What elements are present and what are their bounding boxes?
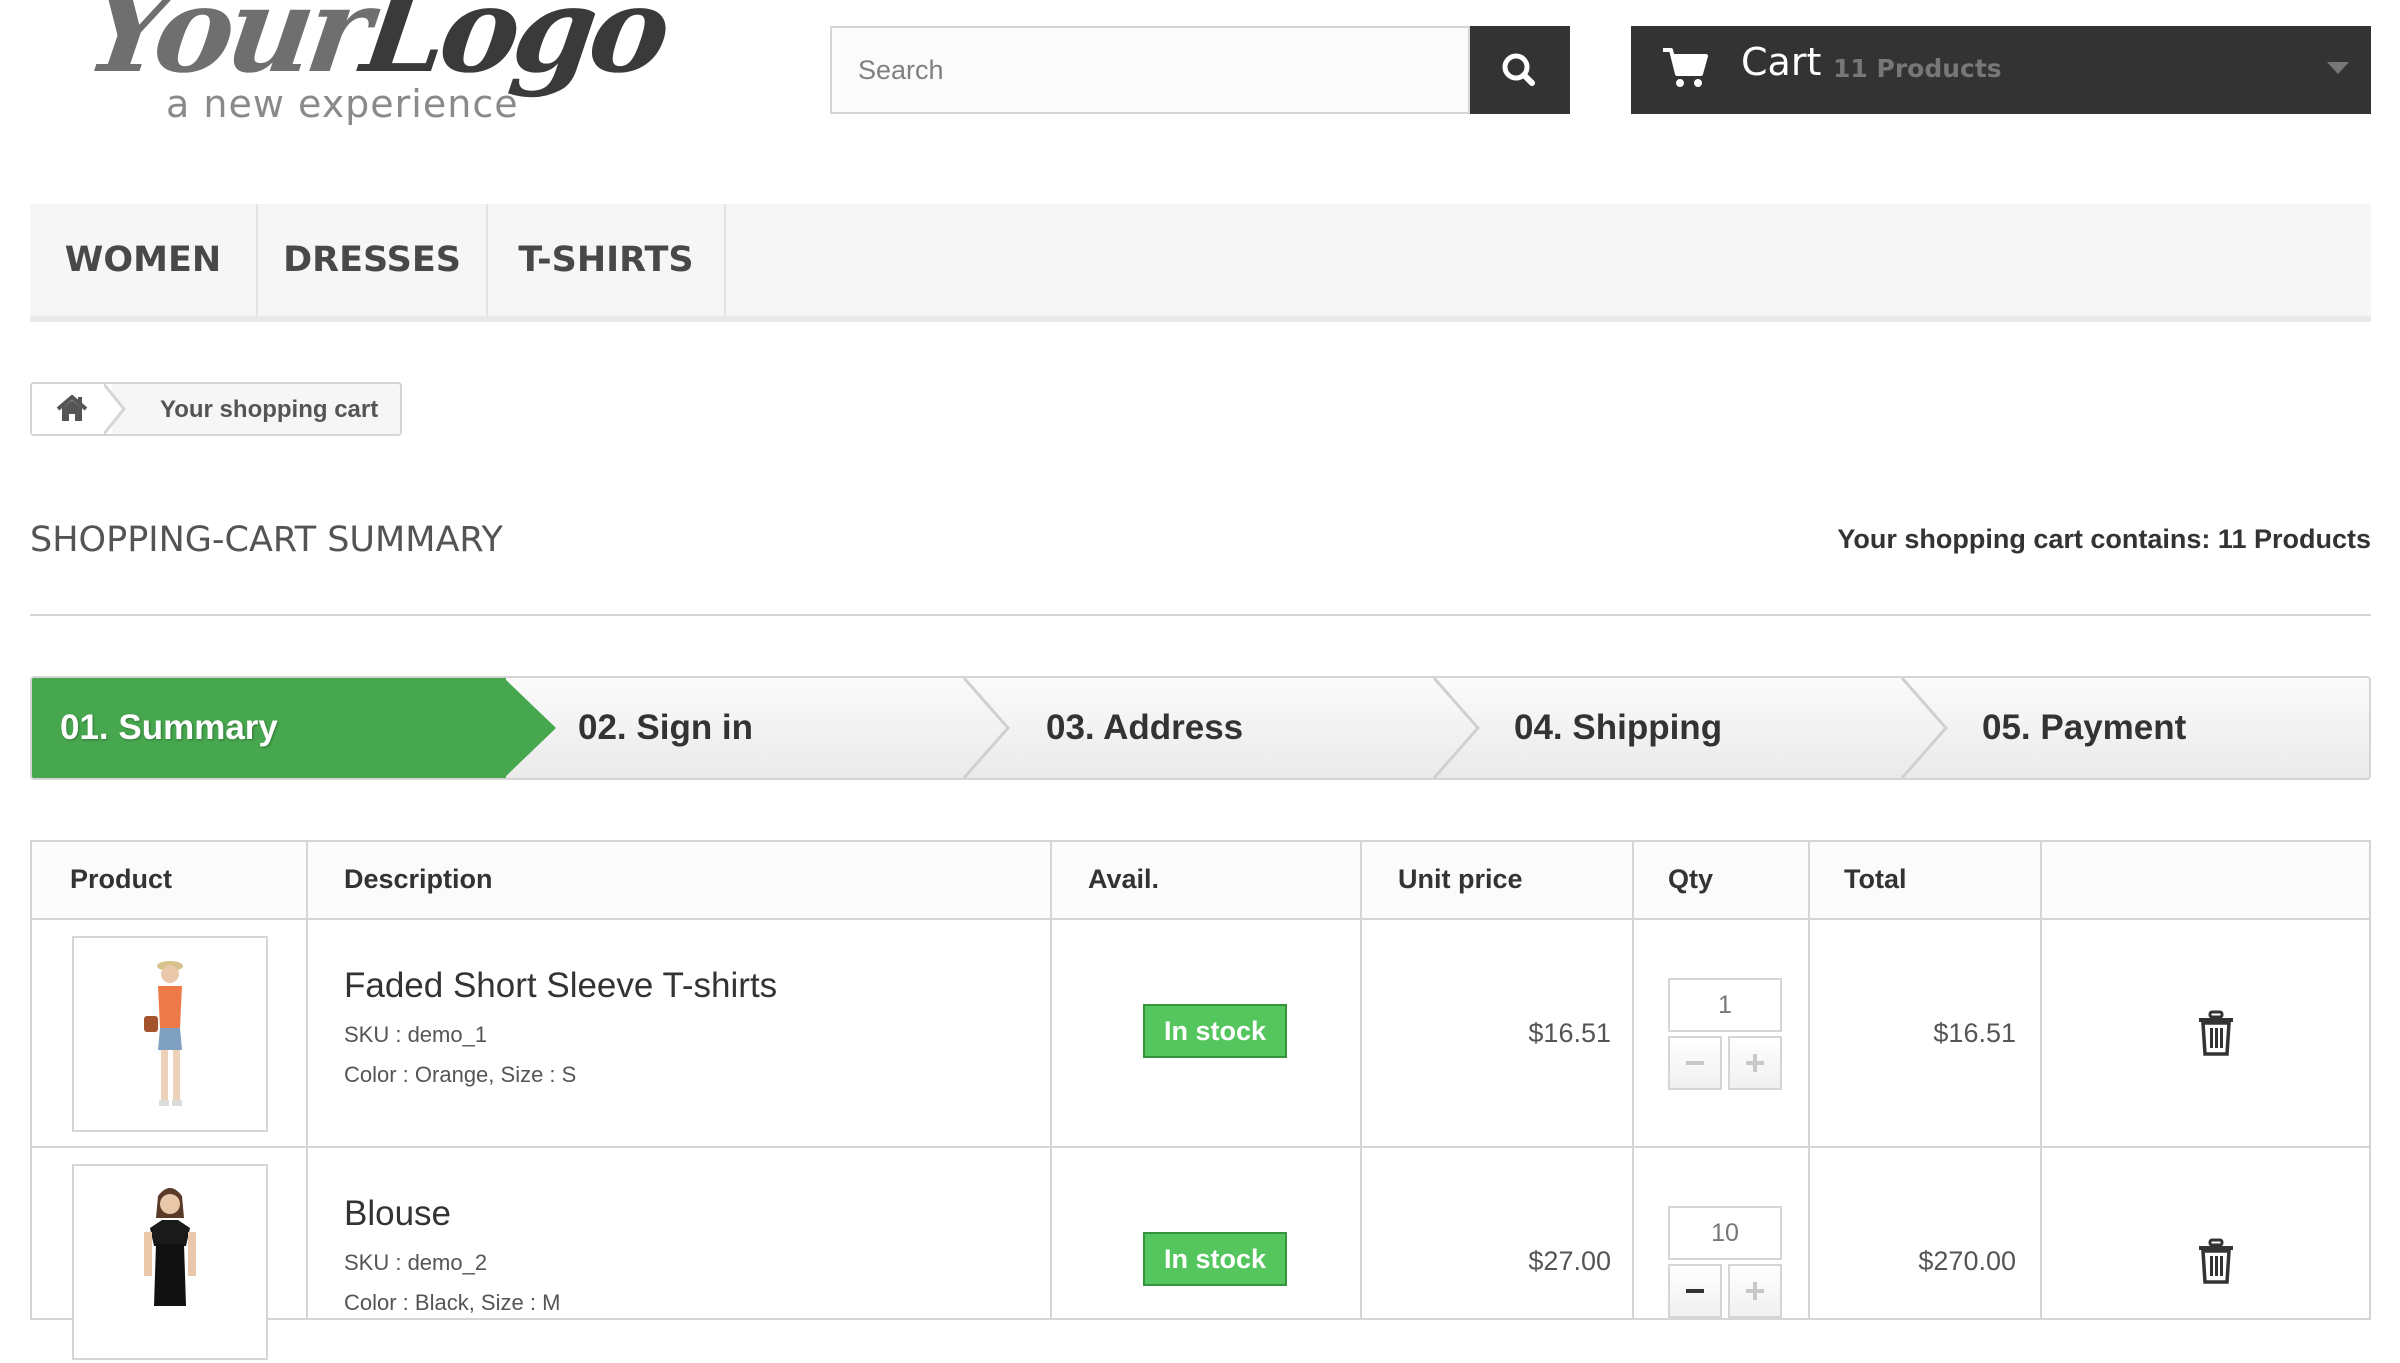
- column-divider: [1632, 842, 1634, 1318]
- minus-icon: [1686, 1061, 1704, 1065]
- header-total: Total: [1844, 864, 1907, 894]
- trash-icon[interactable]: [2196, 1010, 2236, 1056]
- product-attributes[interactable]: Color : Orange, Size : S: [344, 1062, 576, 1088]
- header-qty: Qty: [1668, 864, 1714, 894]
- status-badge: In stock: [1143, 1004, 1287, 1058]
- breadcrumb-separator-inner: [102, 384, 122, 434]
- step-payment[interactable]: 05. Payment: [1982, 678, 2186, 778]
- divider: [30, 614, 2371, 616]
- quantity-decrease-button[interactable]: [1668, 1036, 1722, 1090]
- unit-price: $27.00: [1528, 1246, 1611, 1276]
- cart-icon: [1663, 48, 1708, 87]
- step-sign-in[interactable]: 02. Sign in: [578, 678, 753, 778]
- cart-product-count: 11 Products: [1833, 54, 2002, 83]
- search-box: [830, 26, 1470, 114]
- step-arrow: [504, 678, 556, 778]
- trash-icon[interactable]: [2196, 1238, 2236, 1284]
- header-avail: Avail.: [1088, 864, 1160, 894]
- column-divider: [2040, 842, 2042, 1318]
- product-name[interactable]: Faded Short Sleeve T-shirts: [344, 966, 777, 1006]
- cart-contains-text: Your shopping cart contains: 11 Products: [1837, 524, 2371, 554]
- search-input[interactable]: [832, 28, 1468, 112]
- header-product: Product: [70, 864, 173, 894]
- quantity-input[interactable]: [1668, 1206, 1782, 1260]
- header-description: Description: [344, 864, 493, 894]
- logo-tagline: a new experience: [166, 82, 519, 126]
- product-photo: [144, 1188, 196, 1306]
- cart-title: Cart: [1741, 40, 1822, 84]
- unit-price: $16.51: [1528, 1018, 1611, 1048]
- breadcrumb-home-link[interactable]: [32, 384, 112, 434]
- product-sku: SKU : demo_2: [344, 1250, 488, 1275]
- step-arrow: [962, 678, 1010, 778]
- plus-icon: [1746, 1054, 1764, 1072]
- main-menu: Women Dresses T-shirts: [30, 204, 2371, 322]
- product-image[interactable]: [72, 1164, 268, 1360]
- status-badge: In stock: [1143, 1232, 1287, 1286]
- table-header: Product Description Avail. Unit price Qt…: [32, 842, 2369, 920]
- menu-item-women[interactable]: Women: [30, 204, 258, 316]
- column-divider: [1808, 842, 1810, 1318]
- breadcrumb-current: Your shopping cart: [160, 396, 379, 423]
- search-icon: [1502, 53, 1535, 86]
- chevron-down-icon: [2327, 62, 2349, 74]
- line-total: $16.51: [1933, 1018, 2016, 1048]
- product-attributes[interactable]: Color : Black, Size : M: [344, 1290, 560, 1316]
- line-total: $270.00: [1918, 1246, 2016, 1276]
- product-image[interactable]: [72, 936, 268, 1132]
- product-name[interactable]: Blouse: [344, 1194, 451, 1234]
- step-address[interactable]: 03. Address: [1046, 678, 1243, 778]
- plus-icon: [1746, 1282, 1764, 1300]
- search-button[interactable]: [1470, 26, 1570, 114]
- home-icon: [56, 395, 88, 421]
- cart-dropdown[interactable]: Cart 11 Products: [1631, 26, 2371, 114]
- site-logo[interactable]: YourLogo a new experience: [78, 0, 673, 140]
- quantity-increase-button[interactable]: [1728, 1036, 1782, 1090]
- step-arrow: [1900, 678, 1948, 778]
- quantity-input[interactable]: [1668, 978, 1782, 1032]
- step-arrow: [1432, 678, 1480, 778]
- column-divider: [1050, 842, 1052, 1318]
- cart-table: Product Description Avail. Unit price Qt…: [30, 840, 2371, 1360]
- step-summary[interactable]: 01. Summary: [32, 678, 506, 778]
- product-sku: SKU : demo_1: [344, 1022, 488, 1047]
- column-divider: [306, 842, 308, 1318]
- menu-item-t-shirts[interactable]: T-shirts: [488, 204, 726, 316]
- menu-item-dresses[interactable]: Dresses: [258, 204, 488, 316]
- minus-icon: [1686, 1289, 1704, 1293]
- step-shipping[interactable]: 04. Shipping: [1514, 678, 1722, 778]
- page-title: Shopping-cart summary: [30, 520, 503, 560]
- breadcrumb: Your shopping cart: [30, 382, 402, 436]
- checkout-steps: 01. Summary 02. Sign in 03. Address 04. …: [30, 676, 2371, 780]
- product-photo: [144, 961, 183, 1106]
- header-unit-price: Unit price: [1398, 864, 1523, 894]
- row-divider: [32, 1146, 2369, 1148]
- column-divider: [1360, 842, 1362, 1318]
